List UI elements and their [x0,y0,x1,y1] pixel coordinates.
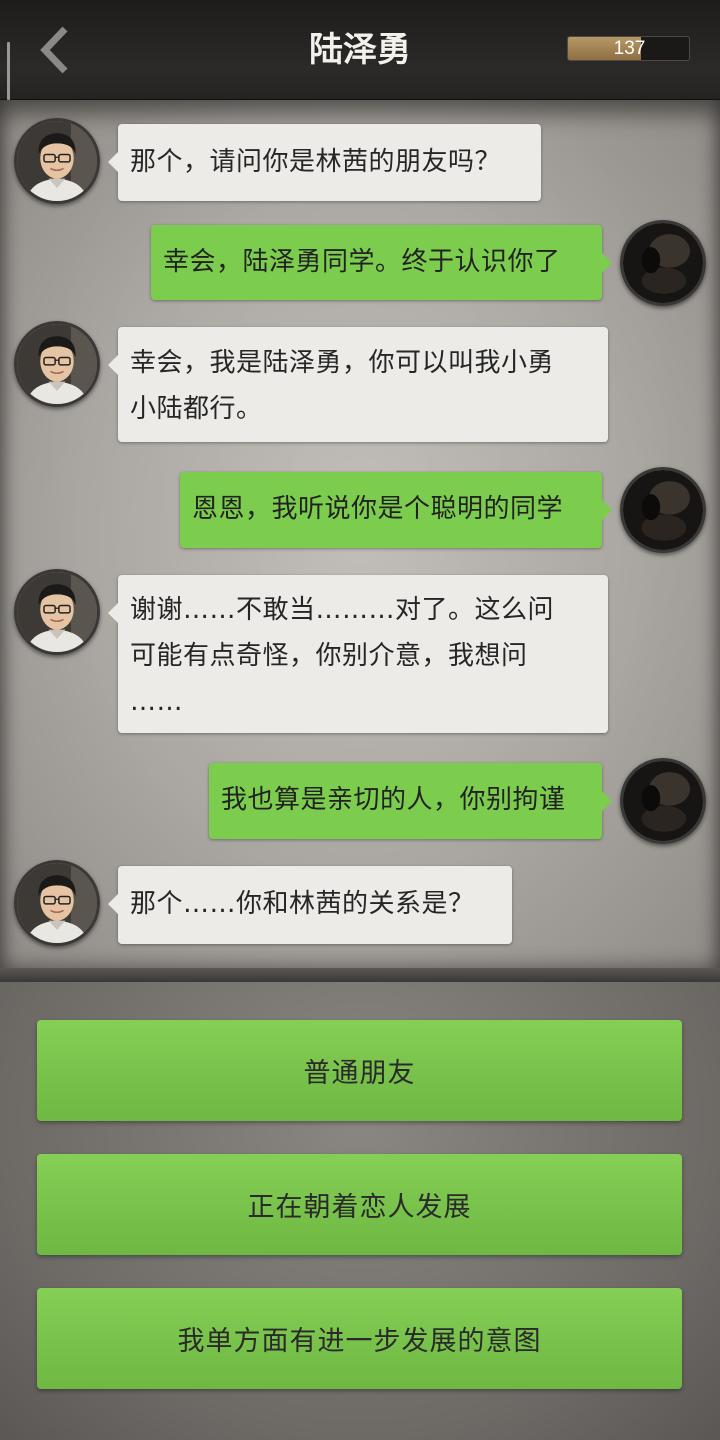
message-bubble-incoming: 那个……你和林茜的关系是？ [108,866,512,944]
bubble-tail [602,253,612,273]
message-bubble-incoming: 谢谢……不敢当………对了。这么问 可能有点奇怪，你别介意，我想问 …… [108,575,608,733]
message-text: 谢谢……不敢当………对了。这么问 可能有点奇怪，你别介意，我想问 …… [130,595,555,717]
chat-divider [0,968,720,982]
message-text: 那个，请问你是林茜的朋友吗？ [130,147,502,177]
message-bubble-incoming: 幸会，我是陆泽勇，你可以叫我小勇 小陆都行。 [108,327,608,442]
player-avatar[interactable] [620,220,706,306]
message-text: 恩恩，我听说你是个聪明的同学 [192,494,564,524]
message-bubble-outgoing: 恩恩，我听说你是个聪明的同学 [180,472,612,548]
player-avatar[interactable] [620,467,706,553]
back-button[interactable] [28,22,80,78]
message-text: 幸会，陆泽勇同学。终于认识你了 [163,247,561,277]
contact-portrait-icon [17,572,97,652]
choice-button-3[interactable]: 我单方面有进一步发展的意图 [37,1288,682,1389]
message-bubble-incoming: 那个，请问你是林茜的朋友吗？ [108,124,541,201]
edge-marker [7,42,10,100]
bubble-tail [108,603,118,623]
contact-avatar[interactable] [14,860,100,946]
top-bar: 陆泽勇 137 [0,0,720,100]
bubble-tail [602,500,612,520]
contact-portrait-icon [17,863,97,943]
bubble-tail [108,355,118,375]
contact-avatar[interactable] [14,321,100,407]
contact-portrait-icon [17,121,97,201]
message-text: 那个……你和林茜的关系是？ [130,889,475,919]
player-portrait-icon [623,761,703,841]
bubble-tail [108,152,118,172]
message-text: 幸会，我是陆泽勇，你可以叫我小勇 小陆都行。 [130,348,555,424]
bubble-tail [108,894,118,914]
choice-button-2[interactable]: 正在朝着恋人发展 [37,1154,682,1255]
message-text: 我也算是亲切的人，你别拘谨 [221,785,566,815]
choice-button-1[interactable]: 普通朋友 [37,1020,682,1121]
player-portrait-icon [623,223,703,303]
chevron-left-icon [40,26,68,74]
player-avatar[interactable] [620,758,706,844]
contact-avatar[interactable] [14,118,100,204]
message-bubble-outgoing: 我也算是亲切的人，你别拘谨 [209,763,612,839]
message-bubble-outgoing: 幸会，陆泽勇同学。终于认识你了 [151,225,612,300]
player-portrait-icon [623,470,703,550]
bubble-tail [602,791,612,811]
contact-avatar[interactable] [14,569,100,655]
points-meter: 137 [567,36,690,61]
contact-portrait-icon [17,324,97,404]
page-title: 陆泽勇 [309,30,411,70]
points-value: 137 [613,38,646,59]
